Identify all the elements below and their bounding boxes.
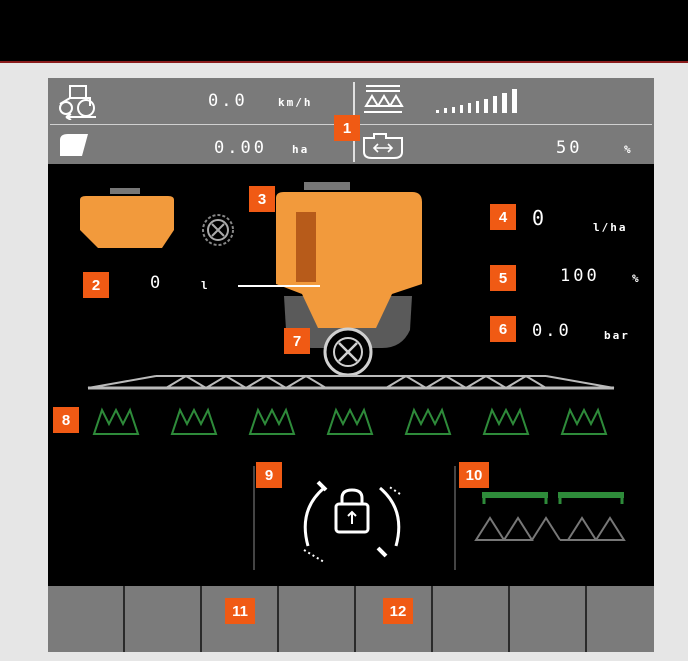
signal-strength-icon bbox=[436, 89, 517, 113]
boom-nozzles bbox=[92, 407, 608, 435]
boom-section-groups-icon bbox=[474, 492, 626, 541]
nozzle-section-icon bbox=[92, 407, 140, 435]
lock-icon bbox=[334, 488, 370, 534]
nozzle-section-icon bbox=[482, 407, 530, 435]
area-unit: ha bbox=[292, 143, 310, 156]
nozzle-section-icon bbox=[560, 407, 608, 435]
callout-badge: 11 bbox=[225, 598, 255, 624]
softkey-4[interactable] bbox=[279, 586, 356, 652]
speed-value: 0.0 bbox=[208, 91, 248, 111]
pressure-unit: bar bbox=[604, 329, 630, 342]
front-tank-icon bbox=[80, 188, 174, 248]
nozzle-section-icon bbox=[170, 407, 218, 435]
tank-volume-value: 0 bbox=[150, 273, 164, 293]
callout-badge: 7 bbox=[284, 328, 310, 354]
tank-level-leader bbox=[238, 285, 320, 287]
application-rate-value: 0 bbox=[532, 206, 548, 230]
tank-volume-unit: l bbox=[201, 279, 210, 292]
speed-unit: km/h bbox=[278, 96, 313, 109]
rate-percent-unit: % bbox=[632, 272, 641, 285]
lower-divider-left bbox=[253, 466, 255, 570]
nozzle-section-icon bbox=[326, 407, 374, 435]
boom-truss-icon bbox=[87, 374, 615, 390]
callout-badge: 9 bbox=[256, 462, 282, 488]
callout-badge: 2 bbox=[83, 272, 109, 298]
callout-badge: 10 bbox=[459, 462, 489, 488]
boom-sections-icon bbox=[364, 85, 404, 113]
area-icon bbox=[60, 134, 88, 156]
callout-badge: 4 bbox=[490, 204, 516, 230]
softkey-2[interactable] bbox=[125, 586, 202, 652]
section-percent-value: 50 bbox=[556, 138, 583, 158]
callout-badge: 1 bbox=[334, 115, 360, 141]
application-rate-unit: l/ha bbox=[593, 221, 628, 234]
softkey-6[interactable] bbox=[433, 586, 510, 652]
softkey-1[interactable] bbox=[48, 586, 125, 652]
callout-badge: 12 bbox=[383, 598, 413, 624]
nozzle-section-icon bbox=[404, 407, 452, 435]
softkey-bar bbox=[48, 586, 654, 652]
tractor-speed-icon bbox=[59, 85, 96, 120]
callout-badge: 6 bbox=[490, 316, 516, 342]
pressure-value: 0.0 bbox=[532, 321, 572, 341]
nozzle-section-icon bbox=[248, 407, 296, 435]
rate-percent-value: 100 bbox=[560, 266, 600, 286]
lower-divider-right bbox=[454, 466, 456, 570]
softkey-8[interactable] bbox=[587, 586, 654, 652]
callout-badge: 3 bbox=[249, 186, 275, 212]
area-value: 0.00 bbox=[214, 138, 267, 158]
callout-badge: 8 bbox=[53, 407, 79, 433]
softkey-7[interactable] bbox=[510, 586, 587, 652]
boom-lock-indicator[interactable] bbox=[290, 474, 414, 570]
section-percent-icon bbox=[363, 133, 403, 159]
callout-badge: 5 bbox=[490, 265, 516, 291]
flush-valve-icon bbox=[202, 214, 234, 246]
section-percent-unit: % bbox=[624, 143, 633, 156]
